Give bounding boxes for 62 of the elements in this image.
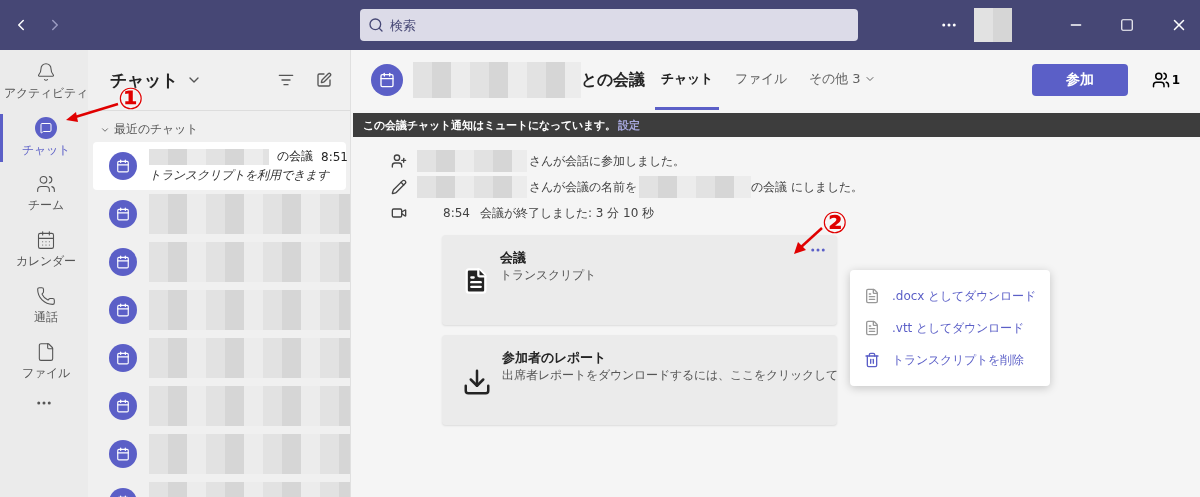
chat-name: の会議 <box>277 148 313 165</box>
event-time: 8:54 <box>443 206 470 220</box>
calendar-avatar-icon <box>109 248 137 276</box>
trash-icon <box>864 352 880 368</box>
search-field[interactable]: 検索 <box>360 9 858 41</box>
card-title: 会議 <box>500 249 527 267</box>
chat-item[interactable]: の会議 8:51 トランスクリプトを利用できます <box>93 142 346 190</box>
video-icon <box>391 205 407 221</box>
download-icon <box>462 367 492 397</box>
filter-icon[interactable] <box>278 72 294 88</box>
menu-item[interactable]: .vtt としてダウンロード <box>850 312 1050 344</box>
rail-icon <box>35 230 56 250</box>
section-label: 最近のチャット <box>114 121 198 138</box>
menu-item[interactable]: トランスクリプトを削除 <box>850 344 1050 376</box>
event-text: 会議が終了しました: 3 分 10 秒 <box>479 204 655 222</box>
calendar-avatar-icon <box>371 64 403 96</box>
file-card[interactable]: 会議 トランスクリプト <box>442 235 837 325</box>
rail-item[interactable]: 通話 <box>0 282 88 330</box>
join-button[interactable]: 参加 <box>1031 64 1128 96</box>
calendar-avatar-icon <box>109 152 137 180</box>
chat-preview: トランスクリプトを利用できます <box>149 167 331 184</box>
rail-item[interactable]: カレンダー <box>0 226 88 274</box>
tab[interactable]: その他 3 <box>803 50 883 110</box>
redacted-block <box>974 8 1012 42</box>
chat-time: 8:51 <box>321 149 348 164</box>
tab[interactable]: チャット <box>655 50 719 110</box>
calendar-avatar-icon <box>109 392 137 420</box>
chat-icon <box>34 117 57 139</box>
calendar-avatar-icon <box>109 344 137 372</box>
calendar-avatar-icon <box>109 200 137 228</box>
document-icon <box>864 288 880 304</box>
rail-item[interactable]: ファイル <box>0 338 88 386</box>
tab[interactable]: ファイル <box>729 50 793 110</box>
event-text: さんが会議の名前を <box>529 178 637 196</box>
calendar-avatar-icon <box>109 440 137 468</box>
search-icon <box>368 17 384 33</box>
annotation-number: ② <box>822 208 848 238</box>
event-text: さんが会話に参加しました。 <box>529 152 685 170</box>
card-subtitle: トランスクリプト <box>500 267 596 284</box>
card-subtitle: 出席者レポートをダウンロードするには、ここをクリックして <box>502 367 838 384</box>
maximize-icon[interactable] <box>1120 18 1134 32</box>
rail-item[interactable]: チーム <box>0 170 88 218</box>
rail-icon <box>35 286 56 306</box>
annotation-arrow <box>792 226 824 256</box>
rail-icon <box>35 62 56 82</box>
compose-icon[interactable] <box>316 72 332 88</box>
document-icon <box>864 320 880 336</box>
calendar-avatar-icon <box>109 296 137 324</box>
banner-text: この会議チャット通知はミュートになっています。 <box>363 117 616 133</box>
event-text: の会議 にしました。 <box>751 178 863 196</box>
people-icon <box>1151 71 1170 89</box>
annotation-arrow <box>64 102 120 124</box>
rail-item[interactable]: アクティビティ <box>0 58 88 106</box>
participants-button[interactable]: 1 <box>1151 71 1180 89</box>
pencil-icon <box>391 179 407 195</box>
meeting-title: との会議 <box>581 69 645 91</box>
card-title: 参加者のレポート <box>502 349 607 367</box>
file-card[interactable]: 参加者のレポート 出席者レポートをダウンロードするには、ここをクリックして <box>442 335 837 425</box>
rail-icon <box>35 174 56 194</box>
person-add-icon <box>391 153 407 169</box>
menu-item[interactable]: .docx としてダウンロード <box>850 280 1050 312</box>
settings-link[interactable]: 設定 <box>618 117 640 133</box>
